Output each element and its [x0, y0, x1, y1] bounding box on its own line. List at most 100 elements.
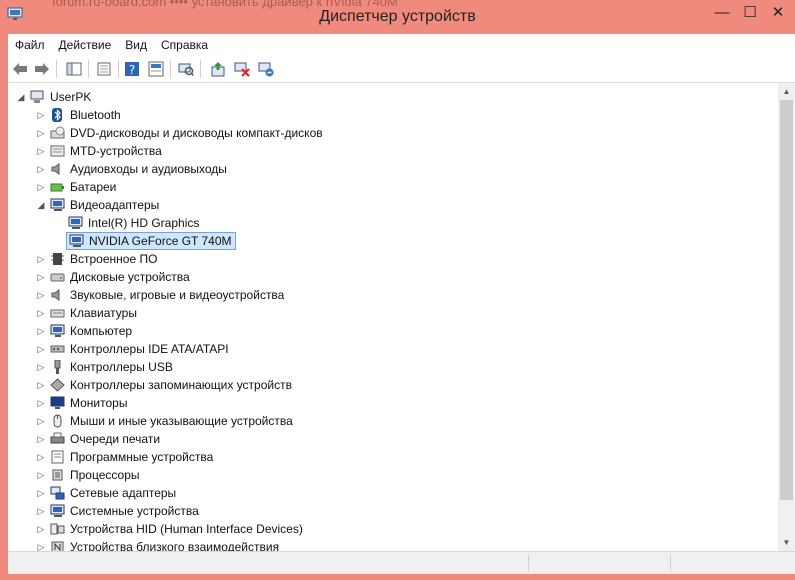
tree-category-label: Контроллеры USB [70, 360, 173, 374]
tree-category[interactable]: ▷ Компьютер [36, 322, 133, 340]
tree-category[interactable]: ▷ Контроллеры USB [36, 358, 173, 376]
expand-arrow-icon[interactable]: ▷ [36, 146, 46, 156]
expand-arrow-icon[interactable]: ▷ [36, 470, 46, 480]
expand-arrow-icon[interactable]: ▷ [36, 308, 46, 318]
expand-arrow-icon[interactable]: ▷ [36, 344, 46, 354]
tree-category-label: Bluetooth [70, 108, 121, 122]
expand-arrow-icon[interactable]: ▷ [36, 524, 46, 534]
nfc-icon [50, 540, 65, 551]
collapse-arrow-icon[interactable]: ◢ [16, 92, 26, 102]
device-properties-button[interactable] [146, 59, 166, 79]
forward-icon [35, 63, 49, 75]
computer-icon [30, 90, 45, 104]
selected-device[interactable]: NVIDIA GeForce GT 740M [66, 232, 236, 250]
menu-view[interactable]: Вид [118, 34, 154, 56]
menu-file[interactable]: Файл [8, 34, 52, 56]
tree-category[interactable]: ▷ Программные устройства [36, 448, 214, 466]
software-device-icon [50, 450, 65, 464]
tree-category[interactable]: ▷ Аудиовходы и аудиовыходы [36, 160, 227, 178]
tree-category[interactable]: ▷ Контроллеры IDE ATA/ATAPI [36, 340, 229, 358]
expand-arrow-icon[interactable]: ▷ [36, 542, 46, 552]
minimize-button[interactable]: — [708, 0, 736, 24]
title-bar[interactable]: forum.ru-board.com •••• установить драйв… [0, 0, 795, 34]
tree-category[interactable]: ▷ Звуковые, игровые и видеоустройства [36, 286, 285, 304]
expand-arrow-icon[interactable]: ▷ [36, 362, 46, 372]
vertical-scrollbar[interactable]: ▲ ▼ [778, 83, 795, 551]
tree-category[interactable]: ▷ Встроенное ПО [36, 250, 158, 268]
speaker-icon [50, 288, 65, 302]
scroll-thumb[interactable] [780, 100, 793, 500]
tree-category[interactable]: ▷ Устройства близкого взаимодействия [36, 538, 279, 551]
maximize-button[interactable]: ☐ [736, 0, 764, 24]
tree-category[interactable]: ▷ Батареи [36, 178, 117, 196]
tree-category-label: Программные устройства [70, 450, 214, 464]
expand-arrow-icon[interactable]: ▷ [36, 452, 46, 462]
processor-icon [50, 468, 65, 482]
back-icon [13, 63, 27, 75]
toolbar: ? [8, 56, 795, 83]
tree-category[interactable]: ▷ Сетевые адаптеры [36, 484, 177, 502]
network-adapter-icon [50, 486, 65, 500]
tree-device[interactable]: NVIDIA GeForce GT 740M [66, 232, 236, 250]
tree-category[interactable]: ▷ Устройства HID (Human Interface Devices… [36, 520, 303, 538]
show-hide-console-tree-button[interactable] [64, 59, 84, 79]
tree-category[interactable]: ▷ Дисковые устройства [36, 268, 190, 286]
display-adapter-icon [50, 198, 65, 212]
collapse-arrow-icon[interactable]: ◢ [36, 200, 46, 210]
tree-category[interactable]: ▷ MTD-устройства [36, 142, 162, 160]
system-device-icon [50, 504, 65, 518]
mouse-icon [50, 414, 65, 428]
uninstall-device-button[interactable] [256, 59, 276, 79]
expand-arrow-icon[interactable]: ▷ [36, 182, 46, 192]
tree-category-label: Устройства близкого взаимодействия [70, 540, 280, 551]
expand-arrow-icon[interactable]: ▷ [36, 164, 46, 174]
tree-category-label: Контроллеры IDE ATA/ATAPI [70, 342, 229, 356]
tree-category-label: Встроенное ПО [70, 252, 158, 266]
menu-action[interactable]: Действие [52, 34, 119, 56]
tree-category[interactable]: ◢ Видеоадаптеры [36, 196, 160, 214]
expand-arrow-icon[interactable]: ▷ [36, 326, 46, 336]
expand-arrow-icon[interactable]: ▷ [36, 416, 46, 426]
tree-category-label: Сетевые адаптеры [70, 486, 177, 500]
tree-category[interactable]: ▷ Мыши и иные указывающие устройства [36, 412, 293, 430]
forward-button[interactable] [32, 59, 52, 79]
tree-category-label: Компьютер [70, 324, 133, 338]
expand-arrow-icon[interactable]: ▷ [36, 380, 46, 390]
ide-controller-icon [50, 342, 65, 356]
tree-device[interactable]: Intel(R) HD Graphics [68, 214, 199, 232]
keyboard-icon [50, 306, 65, 320]
expand-arrow-icon[interactable]: ▷ [36, 506, 46, 516]
expand-arrow-icon[interactable]: ▷ [36, 488, 46, 498]
tree-category[interactable]: ▷ Контроллеры запоминающих устройств [36, 376, 292, 394]
back-button[interactable] [10, 59, 30, 79]
tree-category-label: Системные устройства [70, 504, 199, 518]
update-driver-icon [211, 62, 225, 77]
expand-arrow-icon[interactable]: ▷ [36, 398, 46, 408]
refresh-view-button[interactable] [94, 59, 114, 79]
tree-category[interactable]: ▷ DVD-дисководы и дисководы компакт-диско… [36, 124, 323, 142]
update-driver-button[interactable] [208, 59, 228, 79]
scan-hardware-icon [178, 63, 194, 77]
expand-arrow-icon[interactable]: ▷ [36, 110, 46, 120]
expand-arrow-icon[interactable]: ▷ [36, 272, 46, 282]
storage-controller-icon [50, 378, 65, 392]
scroll-down-icon[interactable]: ▼ [778, 534, 795, 551]
tree-category[interactable]: ▷ Bluetooth [36, 106, 121, 124]
scroll-up-icon[interactable]: ▲ [778, 83, 795, 100]
tree-category[interactable]: ▷ Системные устройства [36, 502, 199, 520]
tree-category[interactable]: ▷ Процессоры [36, 466, 140, 484]
help-button[interactable]: ? [122, 59, 142, 79]
tree-category-label: Мониторы [70, 396, 128, 410]
tree-category[interactable]: ▷ Очереди печати [36, 430, 161, 448]
tree-category[interactable]: ▷ Клавиатуры [36, 304, 137, 322]
expand-arrow-icon[interactable]: ▷ [36, 128, 46, 138]
tree-root[interactable]: ◢ UserPK [16, 88, 92, 106]
disable-device-button[interactable] [232, 59, 252, 79]
expand-arrow-icon[interactable]: ▷ [36, 434, 46, 444]
expand-arrow-icon[interactable]: ▷ [36, 254, 46, 264]
menu-help[interactable]: Справка [154, 34, 215, 56]
scan-hardware-button[interactable] [176, 59, 196, 79]
tree-category[interactable]: ▷ Мониторы [36, 394, 128, 412]
close-button[interactable]: ✕ [764, 0, 792, 24]
expand-arrow-icon[interactable]: ▷ [36, 290, 46, 300]
